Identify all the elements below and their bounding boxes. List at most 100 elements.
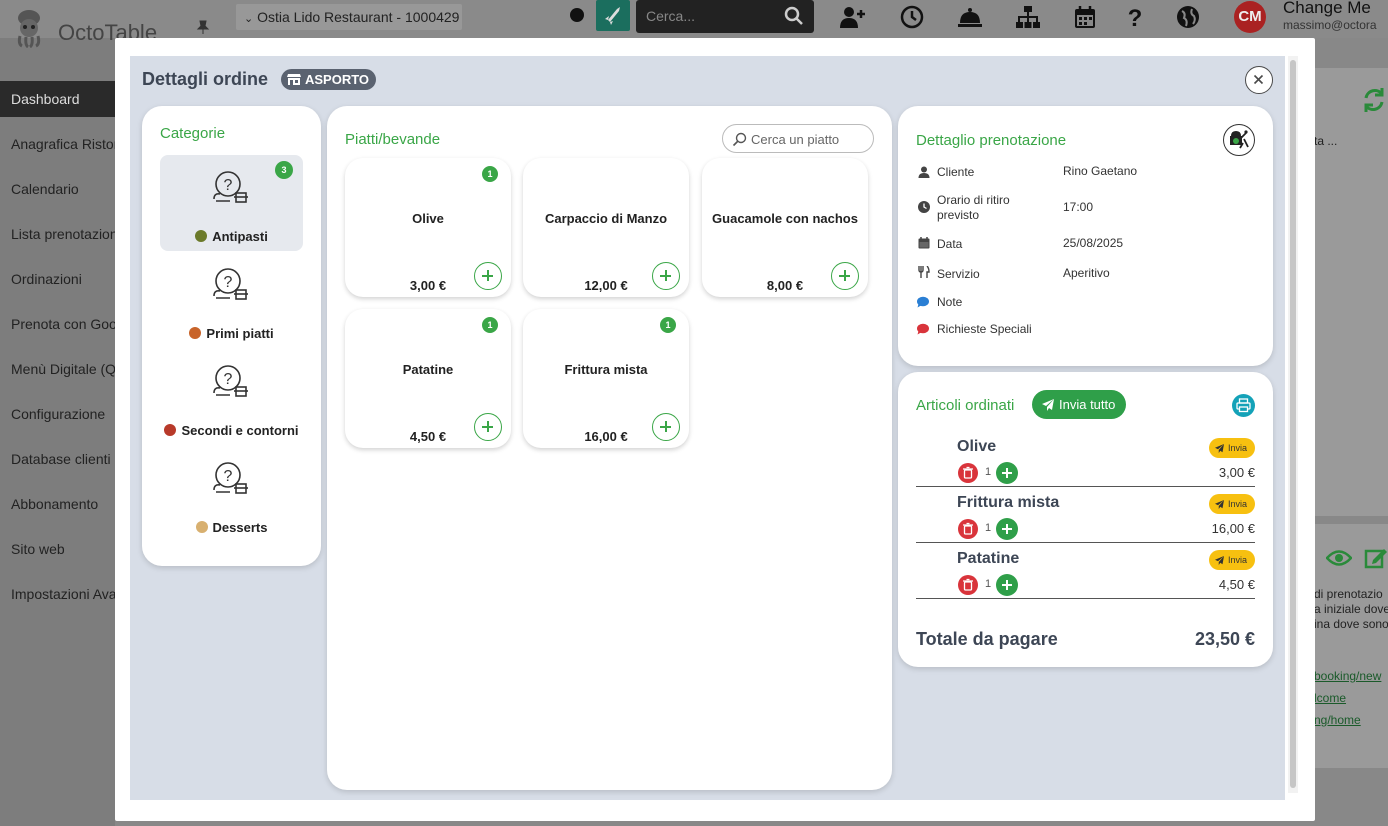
- restaurant-name: Ostia Lido Restaurant - 1000429: [257, 9, 460, 25]
- category-primi-piatti[interactable]: ? Primi piatti: [160, 252, 303, 348]
- category-secondi-contorni[interactable]: ? Secondi e contorni: [160, 349, 303, 445]
- ordered-item-price: 3,00 €: [1218, 465, 1255, 480]
- dish-card-patatine[interactable]: 1 Patatine 4,50 €: [345, 309, 511, 448]
- dish-search-input[interactable]: [751, 130, 869, 148]
- calendar-icon[interactable]: [1071, 4, 1099, 30]
- add-dish-button[interactable]: [474, 413, 502, 441]
- comment-icon: [917, 296, 929, 308]
- background-text-line: di prenotazio: [1314, 587, 1383, 601]
- restaurant-selector[interactable]: ⌄ Ostia Lido Restaurant - 1000429: [236, 4, 462, 30]
- utensils-icon: [918, 266, 930, 278]
- print-button[interactable]: [1232, 394, 1255, 417]
- svg-text:?: ?: [1128, 5, 1143, 30]
- order-type-label: ASPORTO: [305, 72, 370, 87]
- dish-card-olive[interactable]: 1 Olive 3,00 €: [345, 158, 511, 297]
- sidebar-item-dashboard[interactable]: Dashboard: [0, 81, 115, 117]
- service-bell-icon[interactable]: [956, 4, 984, 30]
- search-icon[interactable]: [784, 6, 804, 26]
- booking-value-orario: 17:00: [1063, 200, 1094, 214]
- add-dish-button[interactable]: [652, 262, 680, 290]
- add-dish-button[interactable]: [652, 413, 680, 441]
- send-all-label: Invia tutto: [1059, 397, 1116, 412]
- sidebar-item-menu-digitale[interactable]: Menù Digitale (QR): [0, 351, 115, 387]
- pin-icon[interactable]: [196, 20, 210, 34]
- dish-card-guacamole[interactable]: Guacamole con nachos 8,00 €: [702, 158, 868, 297]
- divider: [916, 542, 1255, 543]
- olive-icon: [195, 230, 208, 242]
- sidebar-item-abbonamento[interactable]: Abbonamento: [0, 486, 115, 522]
- brand[interactable]: OctoTable: [14, 8, 157, 48]
- ordered-item-name: Frittura mista: [957, 494, 1060, 511]
- background-link[interactable]: booking/new: [1314, 669, 1381, 683]
- ordered-item-qty: 1: [985, 466, 992, 478]
- ordered-item-price: 16,00 €: [1211, 521, 1255, 536]
- dessert-icon: [195, 521, 208, 533]
- background-link[interactable]: ng/home: [1314, 713, 1361, 727]
- add-dish-button[interactable]: [474, 262, 502, 290]
- sidebar-item-anagrafica[interactable]: Anagrafica Ristorante: [0, 126, 115, 162]
- dish-name: Carpaccio di Manzo: [544, 211, 668, 226]
- remove-item-button[interactable]: [958, 519, 978, 539]
- user-name[interactable]: Change Me: [1283, 0, 1371, 18]
- edit-icon[interactable]: [1364, 547, 1388, 569]
- global-search-input[interactable]: Cerca...: [636, 0, 814, 33]
- booking-label-orario: Orario di ritiro previsto: [937, 193, 1010, 222]
- increase-item-button[interactable]: [996, 574, 1018, 596]
- chevron-down-icon: ⌄: [244, 13, 254, 25]
- sidebar-item-sito-web[interactable]: Sito web: [0, 531, 115, 567]
- help-icon[interactable]: ?: [1121, 4, 1149, 30]
- sidebar-item-ordinazioni[interactable]: Ordinazioni: [0, 261, 115, 297]
- svg-text:?: ?: [224, 177, 233, 194]
- increase-item-button[interactable]: [996, 462, 1018, 484]
- dishes-title: Piatti/bevande: [345, 131, 441, 148]
- sidebar-item-prenota-google[interactable]: Prenota con Google: [0, 306, 115, 342]
- background-text-line: ina dove sono: [1314, 617, 1388, 631]
- modal-title: Dettagli ordine: [142, 69, 269, 89]
- category-desserts[interactable]: ? Desserts: [160, 446, 303, 542]
- dish-question-icon: ?: [213, 365, 248, 397]
- dish-card-frittura[interactable]: 1 Frittura mista 16,00 €: [523, 309, 689, 448]
- avatar[interactable]: CM: [1234, 1, 1266, 33]
- global-search-placeholder: Cerca...: [646, 8, 696, 24]
- category-label: Secondi e contorni: [181, 423, 299, 438]
- remove-item-button[interactable]: [958, 575, 978, 595]
- sidebar-item-calendario[interactable]: Calendario: [0, 171, 115, 207]
- category-antipasti[interactable]: ? 3 Antipasti: [160, 155, 303, 251]
- booking-label-data: Data: [937, 237, 963, 251]
- sidebar-item-configurazione[interactable]: Configurazione: [0, 396, 115, 432]
- sidebar-item-impostazioni[interactable]: Impostazioni Avanzate: [0, 576, 115, 612]
- dish-count-badge: 1: [482, 317, 498, 333]
- increase-item-button[interactable]: [996, 518, 1018, 540]
- clock-icon[interactable]: [898, 4, 926, 30]
- send-item-button[interactable]: Invia: [1209, 438, 1255, 458]
- close-button[interactable]: [1245, 66, 1273, 94]
- remove-item-button[interactable]: [958, 463, 978, 483]
- takeaway-icon[interactable]: [1223, 124, 1255, 156]
- svg-text:?: ?: [224, 274, 233, 291]
- paper-plane-icon: [1215, 500, 1224, 509]
- globe-icon[interactable]: [1174, 4, 1202, 30]
- refresh-icon[interactable]: [1362, 86, 1386, 114]
- category-label: Antipasti: [212, 229, 268, 244]
- add-dish-button[interactable]: [831, 262, 859, 290]
- send-item-button[interactable]: Invia: [1209, 494, 1255, 514]
- eye-icon[interactable]: [1326, 547, 1352, 569]
- sitemap-icon[interactable]: [1014, 4, 1042, 30]
- send-all-button[interactable]: Invia tutto: [1032, 390, 1126, 419]
- booking-title: Dettaglio prenotazione: [916, 132, 1067, 149]
- search-icon: [732, 132, 747, 147]
- modal-scrollbar-thumb[interactable]: [1290, 60, 1296, 788]
- background-link[interactable]: lcome: [1314, 691, 1346, 705]
- trash-icon: [963, 522, 973, 535]
- booking-value-cliente: Rino Gaetano: [1063, 164, 1138, 178]
- add-user-icon[interactable]: [838, 4, 866, 30]
- ordered-item-qty: 1: [985, 522, 992, 534]
- send-item-button[interactable]: Invia: [1209, 550, 1255, 570]
- dish-card-carpaccio[interactable]: Carpaccio di Manzo 12,00 €: [523, 158, 689, 297]
- sidebar-item-lista-prenotazioni[interactable]: Lista prenotazioni: [0, 216, 115, 252]
- sidebar-item-database-clienti[interactable]: Database clienti: [0, 441, 115, 477]
- rocket-button[interactable]: [596, 0, 630, 31]
- svg-text:?: ?: [224, 371, 233, 388]
- calendar-icon: [918, 237, 930, 249]
- dish-search-field[interactable]: [722, 124, 874, 153]
